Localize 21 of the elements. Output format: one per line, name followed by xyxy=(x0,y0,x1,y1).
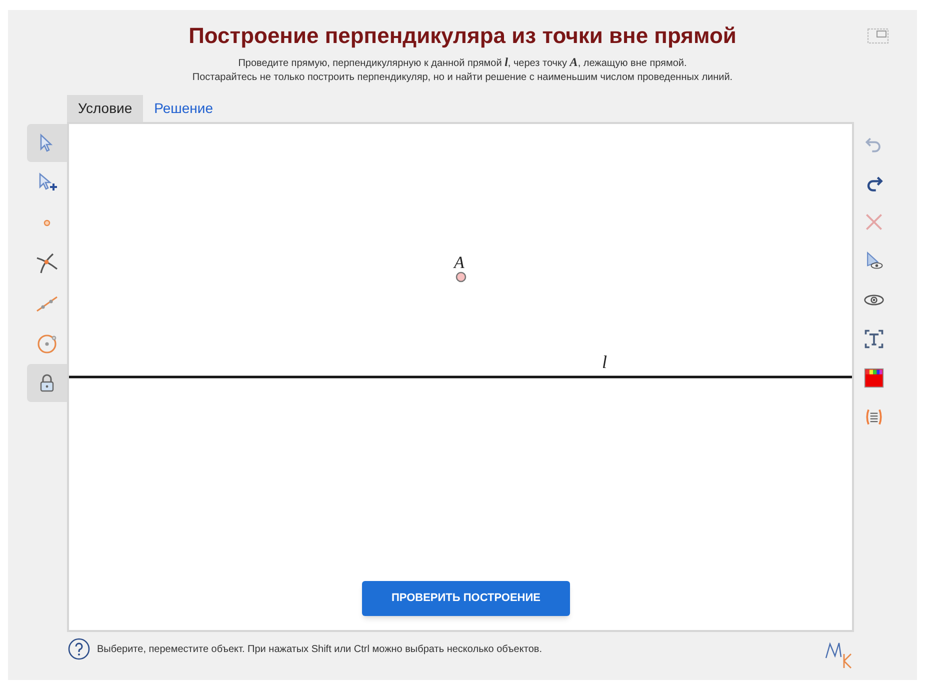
tool-button[interactable] xyxy=(27,364,67,402)
logo-icon xyxy=(824,640,854,670)
help-icon[interactable] xyxy=(68,638,90,660)
instruction-text: Проведите прямую, перпендикулярную к данной прямой l, через точку A, лежащую вне прямой. xyxy=(238,55,687,71)
point-icon xyxy=(43,219,51,227)
check-button[interactable]: ПРОВЕРИТЬ ПОСТРОЕНИЕ xyxy=(362,581,570,616)
status-text: Выберите, переместите объект. При нажатых Shift или Ctrl можно выбрать несколько объектов. xyxy=(97,642,542,656)
tab[interactable]: Условие xyxy=(67,95,144,122)
delete-icon xyxy=(863,211,885,233)
intersection-icon xyxy=(35,251,59,275)
line[interactable] xyxy=(69,376,852,378)
drawing-canvas[interactable]: A l ПРОВЕРИТЬ ПОСТРОЕНИЕ xyxy=(67,122,854,632)
color-palette-icon xyxy=(863,367,885,389)
tab[interactable]: Решение xyxy=(143,95,224,122)
page-title: Построение перпендикуляра из точки вне прямой xyxy=(188,22,736,50)
instruction-text: Постарайтесь не только построить перпендикуляр, но и найти решение с наименьшим числом проведенных линий. xyxy=(192,71,733,85)
point[interactable] xyxy=(456,272,466,282)
text-icon xyxy=(863,328,885,350)
fullscreen-icon[interactable] xyxy=(867,28,889,44)
point-label: A xyxy=(454,252,464,274)
line-label: l xyxy=(602,351,608,374)
